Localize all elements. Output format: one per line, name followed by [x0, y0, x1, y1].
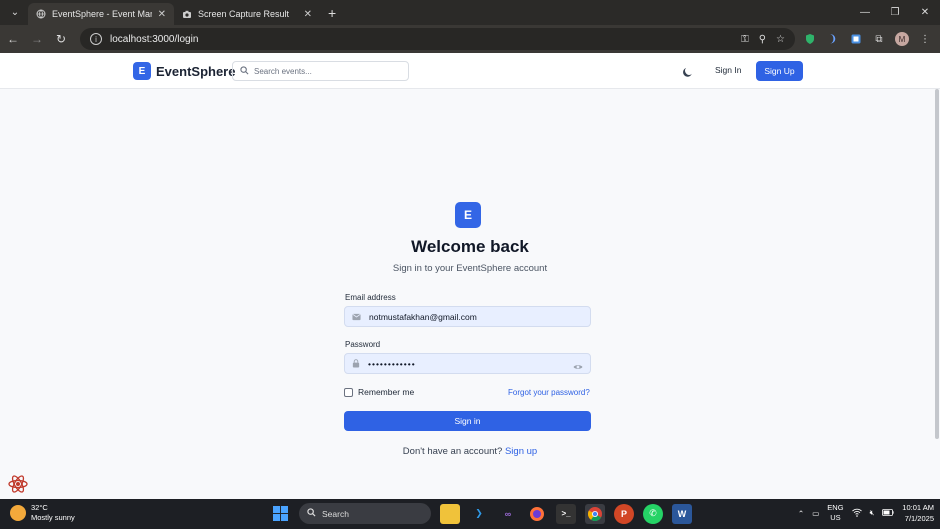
clock-date: 7/1/2025: [904, 514, 934, 523]
password-input[interactable]: [368, 358, 573, 369]
tablet-icon[interactable]: ▭: [812, 509, 819, 518]
password-key-icon[interactable]: ⚿: [741, 34, 749, 45]
signup-link[interactable]: Sign up: [505, 446, 537, 457]
scrollbar-thumb[interactable]: [935, 89, 939, 439]
mail-icon: [352, 308, 361, 326]
zoom-icon[interactable]: ⚲: [759, 34, 766, 45]
site-info-icon[interactable]: i: [90, 33, 102, 45]
lang-region: US: [830, 513, 841, 522]
close-window-icon[interactable]: ✕: [910, 0, 940, 25]
extensions-bar: ❩ ⧉ M ⋮: [803, 32, 932, 46]
tray-overflow-chevron-icon[interactable]: ⌃: [798, 509, 804, 518]
shield-extension-icon[interactable]: [803, 32, 817, 46]
page-scrollbar[interactable]: [934, 89, 940, 499]
email-label: Email address: [345, 293, 396, 302]
close-tab-icon[interactable]: ✕: [158, 9, 166, 20]
remember-label: Remember me: [358, 387, 415, 397]
app-header: E EventSphere Sign In Sign Up: [0, 53, 940, 89]
system-tray: ⌃ ▭ ENG US 🔇︎ 10:01 AM 7/1/2025: [798, 502, 934, 524]
taskbar-search-label: Search: [322, 508, 349, 519]
clock-time: 10:01 AM: [902, 503, 934, 512]
url-text: localhost:3000/login: [110, 33, 199, 45]
email-field[interactable]: [344, 306, 591, 327]
terminal-icon[interactable]: >_: [556, 503, 576, 524]
visual-studio-icon[interactable]: ∞: [498, 504, 518, 524]
new-tab-icon[interactable]: +: [328, 5, 336, 21]
tab-title: Screen Capture Result: [198, 9, 290, 19]
browser-toolbar: ← → ↻ i localhost:3000/login ⚿ ⚲ ☆ ❩ ⧉ M…: [0, 25, 940, 53]
search-input[interactable]: [254, 66, 394, 76]
word-icon[interactable]: W: [672, 503, 692, 524]
battery-icon[interactable]: [882, 508, 894, 518]
globe-icon: [36, 9, 46, 19]
address-bar[interactable]: i localhost:3000/login ⚿ ⚲ ☆: [80, 28, 795, 50]
profile-avatar[interactable]: M: [895, 32, 909, 46]
remember-checkbox[interactable]: [344, 387, 353, 397]
email-input[interactable]: [369, 311, 583, 322]
weather-temp: 32°C: [31, 503, 48, 512]
lock-icon: [352, 355, 360, 373]
file-explorer-icon[interactable]: [440, 503, 460, 524]
login-subtitle: Sign in to your EventSphere account: [392, 263, 548, 274]
lang-code: ENG: [827, 503, 844, 512]
taskbar-search[interactable]: Search: [299, 503, 431, 524]
powerpoint-icon[interactable]: P: [614, 503, 634, 524]
taskbar-apps: Search ❯ ∞ >_ P ✆ W: [270, 503, 692, 524]
sun-cloud-icon: [10, 505, 26, 521]
weather-desc: Mostly sunny: [31, 513, 75, 522]
weather-widget[interactable]: 32°C Mostly sunny: [10, 503, 75, 523]
forgot-password-link[interactable]: Forgot your password?: [508, 388, 590, 397]
firefox-icon[interactable]: [527, 504, 547, 524]
signin-submit-button[interactable]: Sign in: [344, 411, 591, 431]
camera-icon: [182, 9, 192, 19]
no-account-text: Don't have an account?: [402, 446, 503, 457]
chrome-icon[interactable]: [585, 503, 605, 524]
remember-me[interactable]: Remember me: [344, 387, 414, 397]
language-indicator[interactable]: ENG US: [827, 503, 843, 523]
maximize-icon[interactable]: ❐: [880, 0, 910, 25]
dark-mode-moon-icon[interactable]: [682, 65, 694, 77]
logo-mark: E: [133, 62, 151, 80]
browser-menu-icon[interactable]: ⋮: [918, 32, 932, 46]
extensions-puzzle-icon[interactable]: ⧉: [872, 32, 886, 46]
login-title: Welcome back: [411, 237, 529, 256]
windows-taskbar: 32°C Mostly sunny Search ❯ ∞ >_ P ✆ W ⌃ …: [0, 499, 940, 529]
search-icon: [240, 62, 249, 80]
tab-eventsphere[interactable]: EventSphere - Event Manageme ✕: [28, 3, 174, 25]
password-label: Password: [345, 340, 381, 349]
close-tab-icon[interactable]: ✕: [304, 9, 312, 20]
vscode-icon[interactable]: ❯: [469, 504, 489, 524]
volume-muted-icon[interactable]: 🔇︎: [870, 508, 875, 518]
show-password-eye-icon[interactable]: [573, 359, 583, 369]
brand-name: EventSphere: [156, 63, 236, 79]
back-icon[interactable]: ←: [2, 28, 24, 50]
sound-extension-icon[interactable]: ❩: [826, 32, 840, 46]
window-controls: — ❐ ✕: [850, 0, 940, 25]
reload-icon[interactable]: ↻: [50, 28, 72, 50]
wifi-icon[interactable]: [851, 508, 862, 519]
windows-start-icon[interactable]: [270, 504, 290, 524]
header-signin-link[interactable]: Sign In: [715, 65, 741, 75]
capture-extension-icon[interactable]: [849, 32, 863, 46]
no-account-prompt: Don't have an account? Sign up: [0, 446, 940, 457]
whatsapp-icon[interactable]: ✆: [643, 503, 663, 524]
react-devtools-icon[interactable]: [7, 473, 29, 495]
login-logo-mark: E: [455, 202, 481, 228]
forward-icon[interactable]: →: [26, 28, 48, 50]
bookmark-star-icon[interactable]: ☆: [776, 34, 785, 45]
minimize-icon[interactable]: —: [850, 0, 880, 25]
tab-search-menu-icon[interactable]: ⌄: [4, 2, 26, 22]
search-icon: [307, 508, 316, 519]
event-search: [232, 61, 409, 81]
browser-tabstrip: ⌄ EventSphere - Event Manageme ✕ Screen …: [0, 0, 940, 25]
tab-title: EventSphere - Event Manageme: [52, 9, 152, 19]
tab-screen-capture[interactable]: Screen Capture Result ✕: [174, 3, 320, 25]
brand-logo[interactable]: E EventSphere: [133, 62, 235, 80]
clock[interactable]: 10:01 AM 7/1/2025: [902, 502, 934, 524]
header-signup-button[interactable]: Sign Up: [756, 61, 803, 81]
password-field[interactable]: [344, 353, 591, 374]
